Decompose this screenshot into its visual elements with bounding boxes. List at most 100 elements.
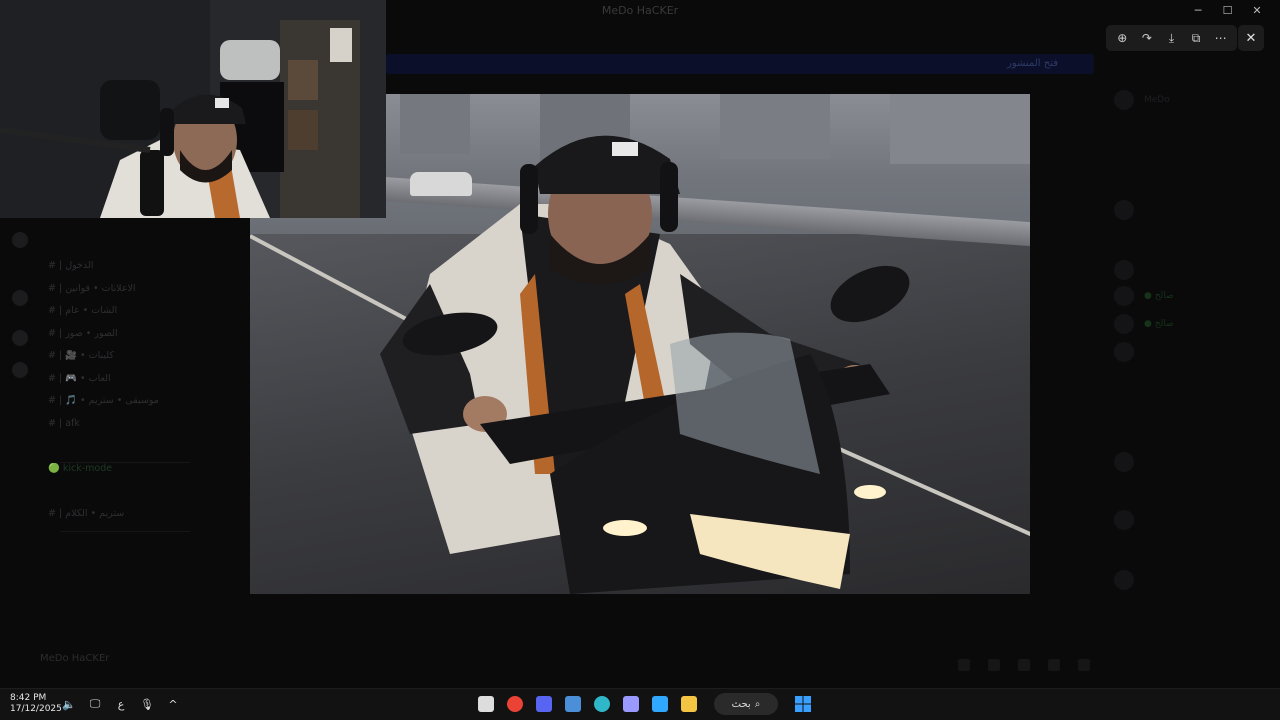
zoom-button[interactable]: ⊕ (1112, 28, 1132, 48)
avatar (1114, 452, 1134, 472)
photoshop-glyph (652, 696, 668, 712)
channel-item[interactable]: # | الدخول (44, 260, 224, 283)
close-icon: ✕ (1245, 30, 1257, 46)
member-item[interactable] (1114, 200, 1274, 220)
share-icon: ↷ (1141, 31, 1152, 45)
post-banner[interactable]: فتح المنشور (386, 54, 1094, 74)
language-indicator[interactable]: ع (114, 696, 128, 712)
member-item[interactable] (1114, 342, 1274, 362)
windows-icon (795, 696, 811, 712)
maximize-icon[interactable]: ☐ (1215, 4, 1241, 17)
avatar (1114, 260, 1134, 280)
clock-time: 8:42 PM (10, 693, 47, 703)
obs-icon[interactable] (476, 693, 496, 715)
zoom-icon: ⊕ (1117, 31, 1128, 45)
minimize-icon[interactable]: ─ (1185, 4, 1211, 17)
avatar (1114, 314, 1134, 334)
start-button[interactable] (793, 694, 813, 714)
taskbar-search[interactable]: بحث ⌕ (714, 693, 778, 715)
open-external-icon: ⧉ (1191, 30, 1201, 45)
server-icon[interactable] (12, 330, 28, 346)
file-explorer-icon[interactable] (563, 693, 583, 715)
member-item[interactable]: MeDo (1114, 90, 1274, 110)
edge-glyph (594, 696, 610, 712)
channel-item[interactable]: # | الشات • عام (44, 305, 224, 328)
taskbar-apps: بحث ⌕ (476, 693, 813, 715)
emoji-icon[interactable] (1047, 659, 1060, 671)
divider (60, 462, 190, 463)
network-icon[interactable]: 🖵 (88, 696, 102, 712)
discord-icon[interactable] (534, 693, 554, 715)
search-label: بحث (731, 698, 751, 710)
member-item[interactable]: ● صالح (1114, 314, 1274, 334)
channel-item[interactable]: # | الاعلانات • قوانين (44, 283, 224, 306)
post-banner-label: فتح المنشور (1007, 58, 1058, 69)
share-button[interactable]: ↷ (1137, 28, 1157, 48)
channel-item[interactable]: # | 🎵 • موسيقى • ستريم (44, 395, 224, 418)
clock-date: 17/12/2025 (10, 704, 62, 714)
chrome-icon[interactable] (505, 693, 525, 715)
avatar (1114, 286, 1134, 306)
microphone-icon[interactable]: 🎙 (140, 696, 154, 712)
member-item[interactable]: ● صالح (1114, 286, 1274, 306)
open-external-button[interactable]: ⧉ (1186, 28, 1206, 48)
avatar (1114, 510, 1134, 530)
search-icon: ⌕ (754, 698, 761, 710)
discord-glyph (536, 696, 552, 712)
member-item[interactable] (1114, 570, 1274, 590)
user-panel: MeDo HaCKEr (0, 640, 240, 686)
obs-glyph (478, 696, 494, 712)
close-window-icon[interactable]: ✕ (1244, 4, 1270, 17)
window-controls: ─ ☐ ✕ (1185, 4, 1270, 17)
divider (60, 531, 190, 532)
channel-item[interactable]: # | الصور • صور (44, 328, 224, 351)
download-button[interactable]: ⤓ (1161, 28, 1181, 48)
premiere-icon[interactable] (621, 693, 641, 715)
member-item[interactable] (1114, 260, 1274, 280)
avatar (1114, 200, 1134, 220)
taskbar: 8:42 PM 17/12/2025 🔈 🖵 ع 🎙 ^ بحث ⌕ (0, 688, 1280, 720)
avatar (1114, 90, 1134, 110)
server-icon[interactable] (12, 362, 28, 378)
system-tray: 🔈 🖵 ع 🎙 ^ (62, 696, 180, 712)
member-name: ● صالح (1144, 291, 1174, 301)
edge-icon[interactable] (592, 693, 612, 715)
user-name: MeDo HaCKEr (40, 653, 110, 664)
taskbar-clock[interactable]: 8:42 PM 17/12/2025 (10, 693, 62, 715)
webcam-feed (0, 0, 386, 218)
channel-item[interactable]: 🟢 kick-mode (44, 463, 224, 486)
server-rail (0, 218, 40, 638)
member-item[interactable] (1114, 510, 1274, 530)
gift-icon[interactable] (957, 659, 970, 671)
avatar (1114, 342, 1134, 362)
member-name: MeDo (1144, 95, 1170, 105)
volume-icon[interactable]: 🔈 (62, 696, 76, 712)
channel-item[interactable]: # | 🎥 • كليبات (44, 350, 224, 373)
chat-input-icons (945, 656, 1090, 675)
avatar (1114, 570, 1134, 590)
chrome-glyph (507, 696, 523, 712)
apps-icon[interactable] (1078, 659, 1090, 671)
server-icon[interactable] (12, 232, 28, 248)
member-list: MeDo ● صالح ● صالح (1100, 60, 1280, 680)
photoshop-icon[interactable] (650, 693, 670, 715)
channel-item[interactable]: # | afk (44, 418, 224, 441)
premiere-glyph (623, 696, 639, 712)
gif-icon[interactable] (987, 659, 1000, 671)
webcam-overlay (0, 0, 386, 218)
sticker-icon[interactable] (1017, 659, 1030, 671)
channel-item[interactable] (44, 440, 224, 463)
channel-item[interactable] (44, 485, 224, 508)
more-button[interactable]: ⋯ (1211, 28, 1231, 48)
viewer-close-button[interactable]: ✕ (1238, 25, 1264, 51)
folder-glyph (681, 696, 697, 712)
server-icon[interactable] (12, 290, 28, 306)
channel-item[interactable]: # | 🎮 • العاب (44, 373, 224, 396)
member-item[interactable] (1114, 452, 1274, 472)
channel-list: # | الدخول # | الاعلانات • قوانين # | الشا… (44, 260, 224, 530)
chevron-up-icon[interactable]: ^ (166, 696, 180, 712)
folder-icon[interactable] (679, 693, 699, 715)
file-explorer-glyph (565, 696, 581, 712)
screen: MeDo HaCKEr ─ ☐ ✕ فتح المنشور # | الدخول… (0, 0, 1280, 720)
channel-item[interactable]: # | ستريم • الكلام (44, 508, 224, 531)
